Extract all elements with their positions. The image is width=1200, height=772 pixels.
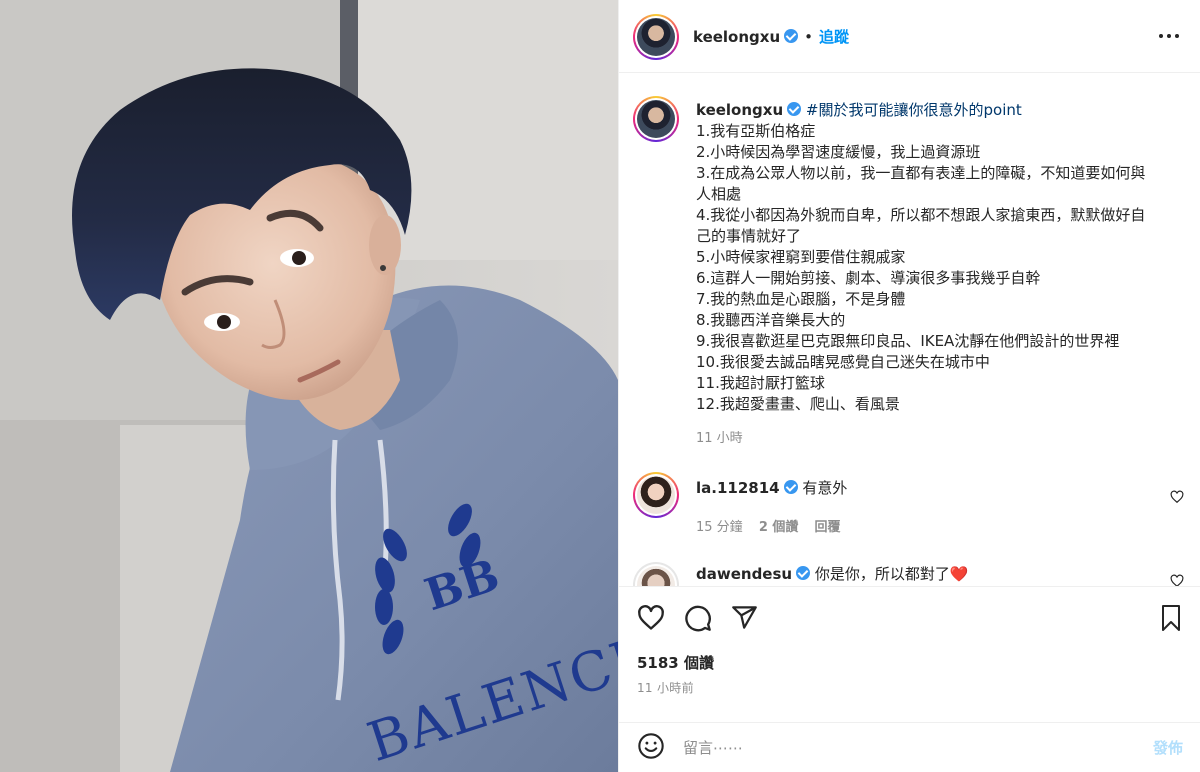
post-details-panel: keelongxu • 追蹤 keelongxu #關於我可能讓你很意外的point… (618, 0, 1200, 772)
caption-line: 11.我超討厭打籃球 (696, 374, 825, 392)
comment-text: 有意外 (802, 479, 848, 497)
caption-line: 人相處 (696, 185, 742, 203)
comment-reply-button[interactable]: 回覆 (815, 520, 841, 535)
comment-item: la.112814 有意外 15 分鐘 2 個讚 回覆 (619, 472, 1200, 542)
caption-line: 8.我聽西洋音樂長大的 (696, 311, 846, 329)
post-photo[interactable]: BB BALENCIAGA (0, 0, 618, 772)
comment-verified-badge-icon (796, 566, 811, 580)
comment-composer: 發佈 (619, 722, 1200, 772)
comment-avatar[interactable] (633, 562, 679, 586)
post-actions: 5183 個讚 11 小時前 (619, 586, 1200, 722)
author-avatar[interactable] (633, 14, 679, 60)
caption-verified-badge-icon (787, 102, 802, 116)
comments-list[interactable]: keelongxu #關於我可能讓你很意外的point 1.我有亞斯伯格症 2.… (619, 74, 1200, 586)
post-timestamp: 11 小時前 (637, 681, 694, 695)
caption-hashtag[interactable]: #關於我可能讓你很意外的point (806, 101, 1022, 119)
comment-like-heart-icon[interactable] (1170, 490, 1184, 504)
caption-line: 2.小時候因為學習速度緩慢，我上過資源班 (696, 143, 981, 161)
comment-likes-count[interactable]: 2 個讚 (759, 520, 799, 535)
like-heart-icon[interactable] (637, 604, 665, 632)
photo-illustration (0, 0, 618, 772)
more-options-icon[interactable] (1159, 28, 1179, 44)
verified-badge-icon (784, 29, 799, 43)
comment-username[interactable]: dawendesu (696, 565, 792, 583)
save-bookmark-icon[interactable] (1159, 604, 1183, 632)
author-username[interactable]: keelongxu (693, 28, 780, 46)
caption-timestamp: 11 小時 (696, 431, 743, 446)
caption-line: 12.我超愛畫畫、爬山、看風景 (696, 395, 900, 413)
post-comment-button[interactable]: 發佈 (1153, 737, 1183, 758)
comment-like-heart-icon[interactable] (1170, 574, 1184, 586)
caption-line: 10.我很愛去誠品瞎晃感覺自己迷失在城市中 (696, 353, 990, 371)
caption-block: keelongxu #關於我可能讓你很意外的point 1.我有亞斯伯格症 2.… (619, 74, 1200, 454)
emoji-picker-icon[interactable] (637, 732, 665, 760)
post-header: keelongxu • 追蹤 (619, 0, 1200, 73)
caption-line: 9.我很喜歡逛星巴克跟無印良品、IKEA沈靜在他們設計的世界裡 (696, 332, 1120, 350)
caption-author-avatar[interactable] (633, 96, 679, 142)
comment-avatar[interactable] (633, 472, 679, 518)
caption-author-username[interactable]: keelongxu (696, 101, 783, 119)
caption-line: 6.這群人一開始剪接、劇本、導演很多事我幾乎自幹 (696, 269, 1041, 287)
caption-line: 1.我有亞斯伯格症 (696, 122, 816, 140)
likes-count[interactable]: 5183 個讚 (637, 652, 714, 673)
caption-line: 己的事情就好了 (696, 227, 802, 245)
comment-timestamp: 15 分鐘 (696, 520, 743, 535)
comment-input[interactable] (683, 733, 1123, 763)
comment-verified-badge-icon (783, 480, 798, 494)
caption-line: 5.小時候家裡窮到要借住親戚家 (696, 248, 906, 266)
follow-button[interactable]: 追蹤 (819, 28, 849, 46)
share-send-icon[interactable] (731, 604, 758, 631)
caption-line: 4.我從小都因為外貌而自卑，所以都不想跟人家搶東西，默默做好自 (696, 206, 1146, 224)
comment-item: dawendesu 你是你，所以都對了❤️ (619, 562, 1200, 586)
caption-line: 3.在成為公眾人物以前，我一直都有表達上的障礙，不知道要如何與 (696, 164, 1146, 182)
caption-line: 7.我的熱血是心跟腦，不是身體 (696, 290, 906, 308)
header-separator: • (804, 28, 813, 46)
comment-username[interactable]: la.112814 (696, 479, 780, 497)
comment-bubble-icon[interactable] (684, 604, 712, 632)
comment-text: 你是你，所以都對了❤️ (814, 565, 969, 583)
